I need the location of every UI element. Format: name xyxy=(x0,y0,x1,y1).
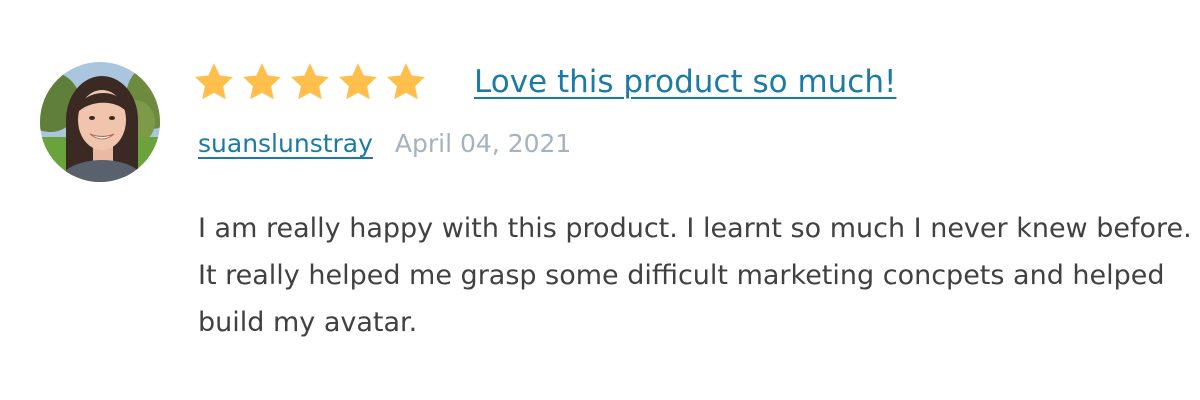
star-icon xyxy=(336,60,380,104)
avatar[interactable] xyxy=(40,62,160,182)
star-rating xyxy=(192,60,428,104)
review-body: I am really happy with this product. I l… xyxy=(198,213,1192,338)
review-title-link[interactable]: Love this product so much! xyxy=(474,62,896,102)
review-card: Love this product so much! suanslunstray… xyxy=(0,0,1200,400)
star-icon xyxy=(240,60,284,104)
avatar-photo-icon xyxy=(40,62,160,182)
username-link[interactable]: suanslunstray xyxy=(198,126,373,162)
star-icon xyxy=(288,60,332,104)
star-icon xyxy=(384,60,428,104)
review-meta: suanslunstray April 04, 2021 xyxy=(198,126,571,162)
star-icon xyxy=(192,60,236,104)
review-date: April 04, 2021 xyxy=(394,129,572,158)
